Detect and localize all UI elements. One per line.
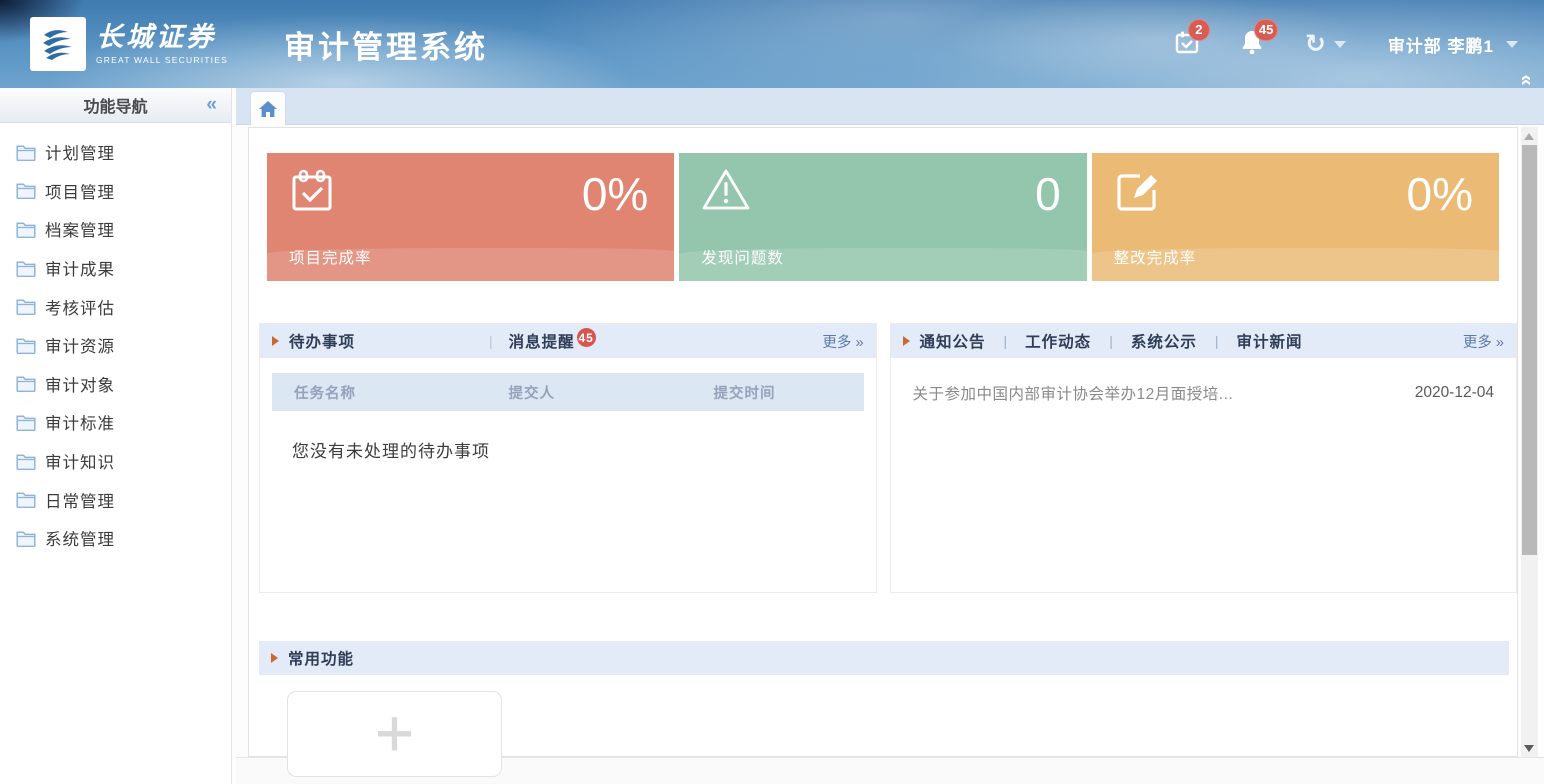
- stat-label: 整改完成率: [1114, 246, 1197, 268]
- folder-icon: [16, 298, 36, 315]
- user-name: 审计部 李鹏1: [1388, 32, 1494, 57]
- tab-divider: |: [1109, 333, 1113, 349]
- notifications-badge: 45: [1254, 19, 1278, 41]
- folder-icon: [16, 337, 36, 354]
- todo-panel: 待办事项 | 消息提醒45 更多 » 任务名称 提交人 提交时间 您没有未处理的…: [259, 323, 877, 593]
- column-submitter: 提交人: [509, 382, 714, 403]
- todo-empty-message: 您没有未处理的待办事项: [292, 437, 876, 462]
- brand: 长城证券 GREAT WALL SECURITIES 审计管理系统: [30, 17, 488, 71]
- user-menu[interactable]: 审计部 李鹏1: [1388, 32, 1518, 57]
- notice-date: 2020-12-04: [1415, 384, 1494, 402]
- home-icon: [259, 101, 277, 117]
- todo-panel-header: 待办事项 | 消息提醒45 更多 »: [260, 324, 876, 358]
- company-logo-icon: [30, 17, 86, 71]
- stat-value: 0%: [1407, 167, 1473, 221]
- brand-name-en: GREAT WALL SECURITIES: [96, 55, 228, 65]
- main-content: 0% 项目完成率 0 发现问题数 0% 整改完成率: [248, 127, 1518, 757]
- tab-notices[interactable]: 通知公告: [920, 330, 986, 352]
- tab-divider: |: [1004, 333, 1008, 349]
- sidebar-title: 功能导航: [0, 93, 231, 117]
- sidebar-item-daily[interactable]: 日常管理: [0, 480, 231, 519]
- sidebar-item-knowledge[interactable]: 审计知识: [0, 442, 231, 481]
- tab-system-announcements[interactable]: 系统公示: [1131, 330, 1197, 352]
- tab-bar: [236, 88, 1544, 125]
- stat-card-project-completion: 0% 项目完成率: [267, 153, 674, 281]
- scrollbar-thumb[interactable]: [1522, 145, 1537, 555]
- section-bullet-icon: [271, 653, 278, 663]
- sidebar-item-system[interactable]: 系统管理: [0, 519, 231, 558]
- stat-cards: 0% 项目完成率 0 发现问题数 0% 整改完成率: [267, 153, 1499, 281]
- tab-divider: |: [489, 333, 493, 349]
- sidebar-header: 功能导航 «: [0, 88, 231, 123]
- folder-icon: [16, 530, 36, 547]
- stat-value: 0%: [582, 167, 648, 221]
- stat-label: 项目完成率: [289, 246, 372, 268]
- folder-icon: [16, 260, 36, 277]
- folder-icon: [16, 414, 36, 431]
- wave-logo-icon: [38, 25, 78, 63]
- notice-title: 关于参加中国内部审计协会举办12月面授培...: [913, 382, 1391, 404]
- folder-icon: [16, 491, 36, 508]
- add-shortcut-button[interactable]: +: [287, 691, 502, 777]
- vertical-scrollbar[interactable]: [1521, 127, 1538, 760]
- sidebar-item-resources[interactable]: 审计资源: [0, 326, 231, 365]
- app-title: 审计管理系统: [284, 22, 488, 67]
- notifications-button[interactable]: 45: [1241, 30, 1263, 59]
- notice-list-item[interactable]: 关于参加中国内部审计协会举办12月面授培... 2020-12-04: [891, 358, 1516, 404]
- brand-name-cn: 长城证券: [96, 23, 228, 53]
- notice-panel-header: 通知公告 | 工作动态 | 系统公示 | 审计新闻 更多 »: [891, 324, 1516, 358]
- app-header: 长城证券 GREAT WALL SECURITIES 审计管理系统 2: [0, 0, 1544, 88]
- collapse-header-icon[interactable]: «: [1516, 74, 1536, 85]
- notice-more-link[interactable]: 更多 »: [1463, 331, 1504, 352]
- plus-icon: +: [375, 708, 414, 759]
- column-task-name: 任务名称: [272, 382, 509, 403]
- tab-work-updates[interactable]: 工作动态: [1025, 330, 1091, 352]
- tab-audit-news[interactable]: 审计新闻: [1236, 330, 1302, 352]
- stat-card-rectification: 0% 整改完成率: [1092, 153, 1499, 281]
- notice-panel: 通知公告 | 工作动态 | 系统公示 | 审计新闻 更多 » 关于参加中国内部审…: [890, 323, 1517, 593]
- folder-icon: [16, 375, 36, 392]
- sidebar-collapse-icon[interactable]: «: [206, 94, 217, 116]
- tab-message-reminders[interactable]: 消息提醒45: [509, 330, 596, 353]
- messages-badge: 45: [577, 328, 596, 347]
- tab-todo-items[interactable]: 待办事项: [289, 330, 355, 352]
- tasks-button[interactable]: 2: [1175, 30, 1199, 59]
- refresh-icon: ↻: [1305, 32, 1326, 57]
- scroll-up-icon[interactable]: [1524, 133, 1534, 140]
- audit-dashboard-page: 长城证券 GREAT WALL SECURITIES 审计管理系统 2: [0, 0, 1544, 784]
- sidebar-item-objects[interactable]: 审计对象: [0, 365, 231, 404]
- home-tab[interactable]: [250, 91, 286, 125]
- tab-divider: |: [1215, 333, 1219, 349]
- sidebar-item-archive[interactable]: 档案管理: [0, 210, 231, 249]
- column-submit-time: 提交时间: [714, 382, 864, 403]
- section-bullet-icon: [903, 336, 910, 346]
- folder-icon: [16, 144, 36, 161]
- edit-icon: [1114, 168, 1160, 214]
- folder-icon: [16, 453, 36, 470]
- todo-more-link[interactable]: 更多 »: [822, 331, 863, 352]
- user-caret-icon: [1506, 41, 1518, 48]
- refresh-button[interactable]: ↻: [1305, 32, 1346, 57]
- folder-icon: [16, 221, 36, 238]
- stat-card-issues-found: 0 发现问题数: [679, 153, 1086, 281]
- folder-icon: [16, 182, 36, 199]
- sidebar-item-project[interactable]: 项目管理: [0, 172, 231, 211]
- stat-label: 发现问题数: [701, 246, 784, 268]
- scroll-down-icon[interactable]: [1524, 745, 1534, 752]
- tasks-badge: 2: [1188, 19, 1210, 41]
- sidebar: 功能导航 « 计划管理 项目管理 档案管理 审计成果 考核评估 审计资源 审计对…: [0, 88, 232, 784]
- section-bullet-icon: [272, 336, 279, 346]
- stat-value: 0: [1035, 167, 1061, 221]
- shortcuts-title: 常用功能: [288, 647, 354, 669]
- sidebar-item-results[interactable]: 审计成果: [0, 249, 231, 288]
- warning-icon: [701, 168, 751, 212]
- sidebar-item-standards[interactable]: 审计标准: [0, 403, 231, 442]
- sidebar-item-plan[interactable]: 计划管理: [0, 133, 231, 172]
- sidebar-item-evaluation[interactable]: 考核评估: [0, 287, 231, 326]
- refresh-caret-icon: [1334, 41, 1346, 48]
- todo-table-header: 任务名称 提交人 提交时间: [272, 373, 864, 411]
- calendar-check-icon: [289, 168, 335, 214]
- shortcuts-panel-header: 常用功能: [259, 641, 1509, 675]
- sidebar-menu: 计划管理 项目管理 档案管理 审计成果 考核评估 审计资源 审计对象 审计标准 …: [0, 123, 231, 558]
